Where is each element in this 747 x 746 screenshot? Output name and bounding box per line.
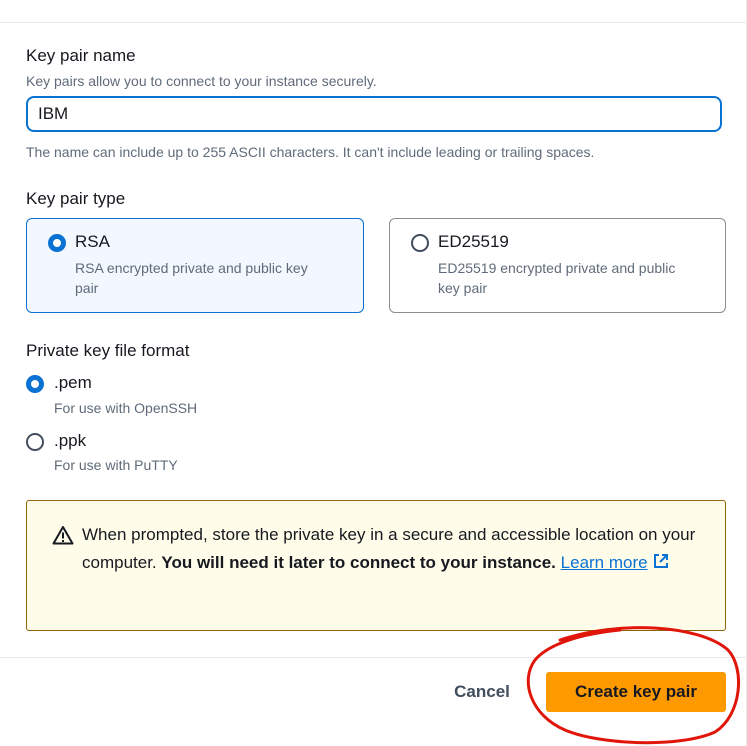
key-type-tile-ed25519[interactable]: ED25519 ED25519 encrypted private and pu…	[389, 218, 726, 313]
key-type-tile-rsa[interactable]: RSA RSA encrypted private and public key…	[26, 218, 364, 313]
rsa-description-line2: pair	[75, 280, 99, 296]
ppk-label[interactable]: .ppk	[54, 431, 86, 451]
ed25519-radio[interactable]	[411, 234, 429, 252]
learn-more-link[interactable]: Learn more	[561, 553, 670, 572]
key-pair-name-input[interactable]	[26, 96, 722, 132]
key-pair-type-label: Key pair type	[26, 189, 126, 208]
create-key-pair-button[interactable]: Create key pair	[546, 672, 726, 712]
warning-alert: When prompted, store the private key in …	[26, 500, 726, 631]
key-pair-name-constraint: The name can include up to 255 ASCII cha…	[26, 144, 595, 160]
key-pair-name-label: Key pair name	[26, 46, 136, 65]
pem-radio[interactable]	[26, 375, 44, 393]
ppk-description: For use with PuTTY	[54, 457, 178, 473]
rsa-label: RSA	[75, 232, 110, 251]
alert-message: When prompted, store the private key in …	[82, 521, 702, 577]
alert-text-bold: You will need it later to connect to you…	[161, 553, 556, 572]
warning-icon	[52, 526, 74, 545]
ed25519-description-line2: key pair	[438, 280, 488, 296]
private-key-format-label: Private key file format	[26, 341, 190, 360]
ed25519-label: ED25519	[438, 232, 509, 251]
pem-label[interactable]: .pem	[54, 373, 92, 393]
external-link-icon	[653, 554, 668, 568]
rsa-radio[interactable]	[48, 234, 66, 252]
ppk-radio[interactable]	[26, 433, 44, 451]
top-divider	[0, 22, 747, 23]
footer-divider	[0, 657, 747, 658]
cancel-button[interactable]: Cancel	[440, 673, 524, 711]
pem-description: For use with OpenSSH	[54, 400, 198, 416]
learn-more-label: Learn more	[560, 553, 648, 572]
ed25519-description-line1: ED25519 encrypted private and public	[438, 260, 676, 276]
key-pair-name-description: Key pairs allow you to connect to your i…	[26, 73, 377, 89]
create-key-pair-dialog: Key pair name Key pairs allow you to con…	[0, 0, 747, 746]
rsa-description-line1: RSA encrypted private and public key	[75, 260, 308, 276]
